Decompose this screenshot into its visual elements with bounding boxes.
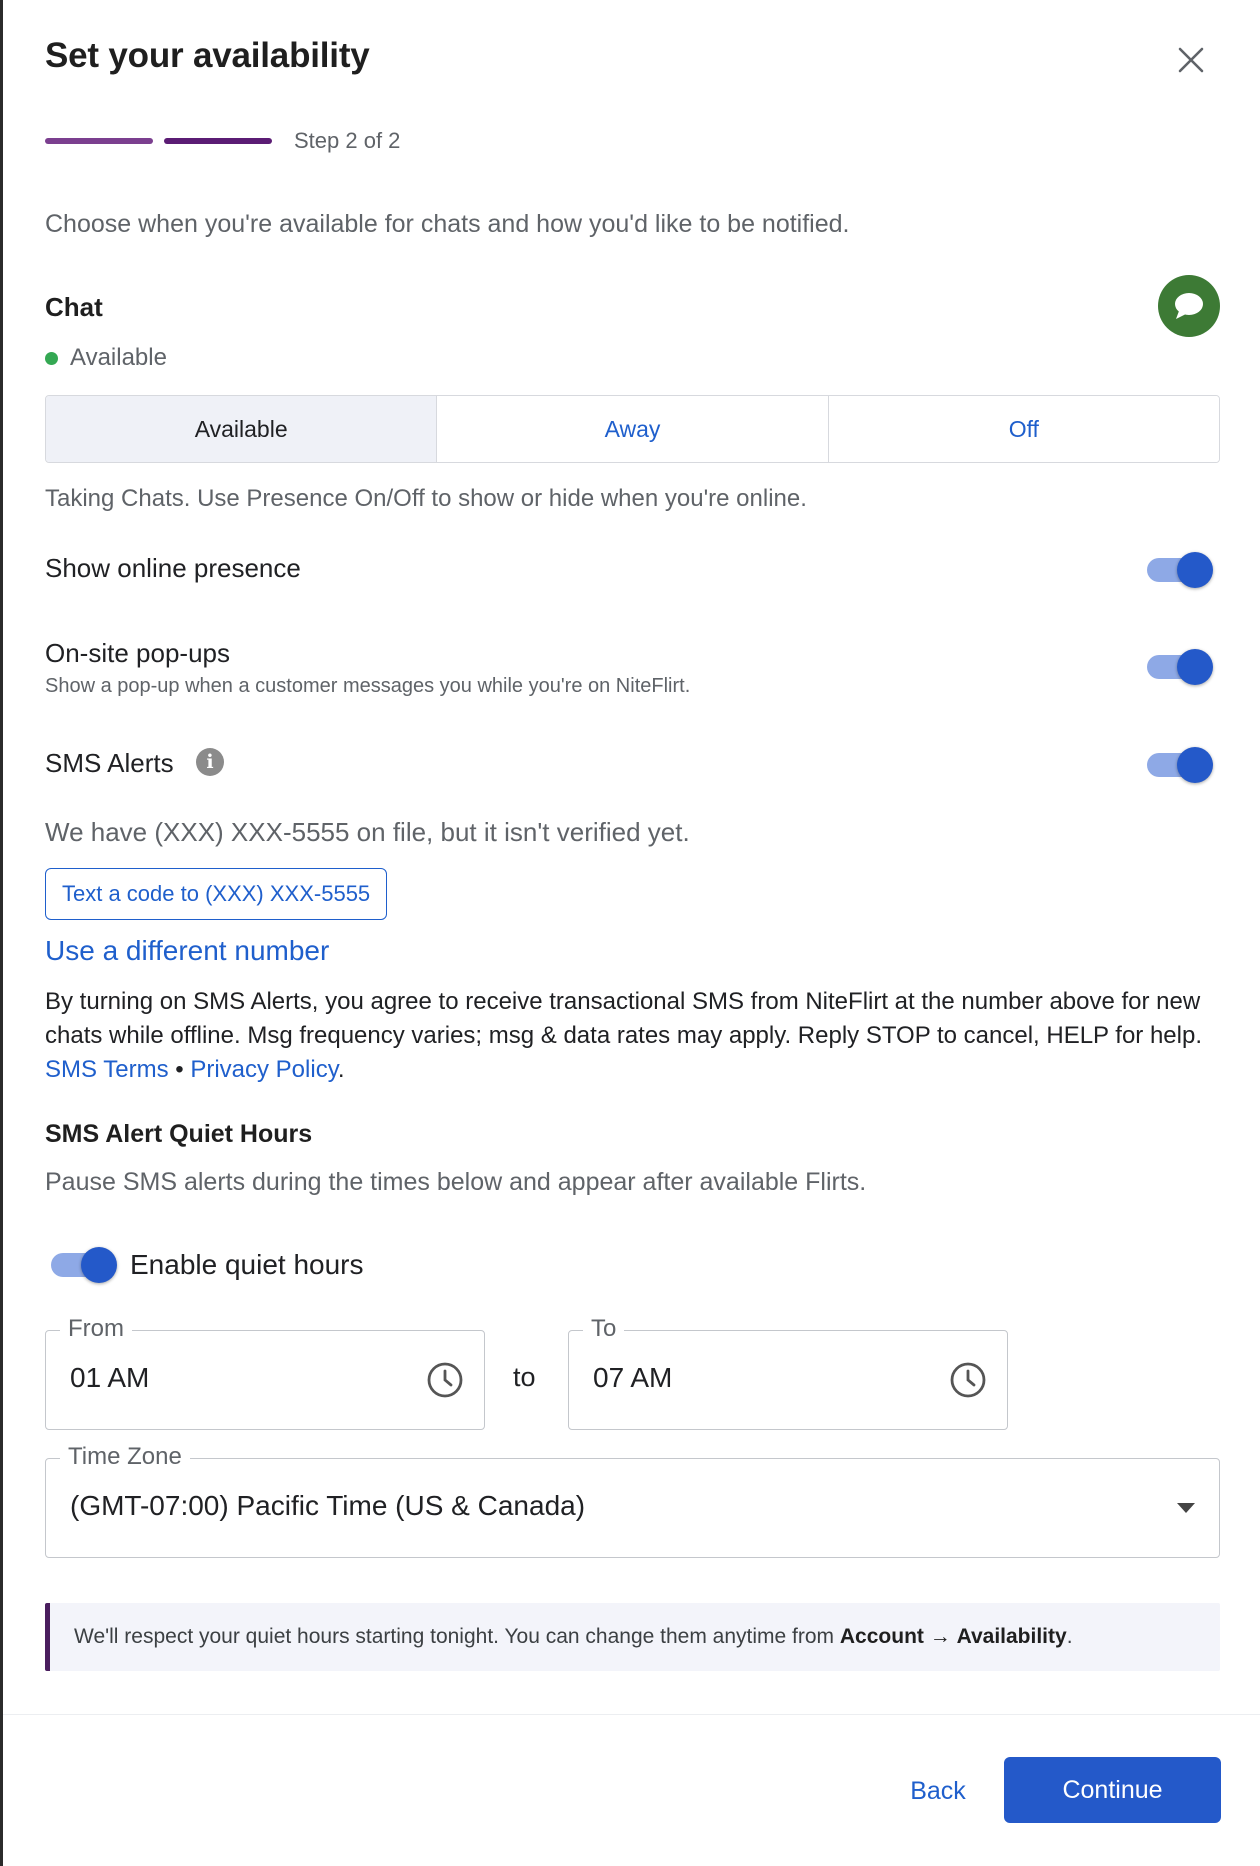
back-button[interactable]: Back: [883, 1758, 993, 1824]
use-different-number-link[interactable]: Use a different number: [45, 935, 329, 967]
toggle-thumb: [1177, 552, 1213, 588]
sms-alerts-label: SMS Alerts: [45, 748, 174, 778]
enable-quiet-hours-toggle[interactable]: [47, 1245, 117, 1285]
from-label: From: [60, 1315, 132, 1343]
legal-body: By turning on SMS Alerts, you agree to r…: [45, 988, 1203, 1049]
quiet-hours-callout: We'll respect your quiet hours starting …: [45, 1603, 1220, 1671]
step-bar-1: [45, 138, 153, 144]
sms-file-notice: We have (XXX) XXX-5555 on file, but it i…: [45, 817, 690, 847]
chevron-down-icon: [1177, 1503, 1195, 1513]
sms-alerts-toggle[interactable]: [1143, 745, 1213, 785]
timezone-value: (GMT-07:00) Pacific Time (US & Canada): [70, 1490, 586, 1521]
enable-quiet-hours-label: Enable quiet hours: [130, 1249, 364, 1280]
quiet-hours-description: Pause SMS alerts during the times below …: [45, 1168, 867, 1196]
to-time-field[interactable]: To 07 AM: [568, 1315, 1008, 1430]
onsite-popups-description: Show a pop-up when a customer messages y…: [45, 675, 691, 697]
footer-divider: [3, 1714, 1260, 1715]
timezone-label: Time Zone: [60, 1443, 190, 1471]
show-online-presence-label: Show online presence: [45, 553, 301, 583]
intro-text: Choose when you're available for chats a…: [45, 210, 850, 238]
segment-available[interactable]: Available: [46, 396, 437, 462]
show-online-presence-toggle[interactable]: [1143, 550, 1213, 590]
chat-bubble-icon: [1158, 275, 1220, 337]
chat-status: Available: [45, 344, 167, 372]
toggle-thumb: [1177, 649, 1213, 685]
chat-mode-selector: Available Away Off: [45, 395, 1220, 463]
onsite-popups-toggle[interactable]: [1143, 647, 1213, 687]
callout-path-end: Availability: [956, 1625, 1067, 1648]
range-separator: to: [513, 1362, 536, 1392]
text-code-button[interactable]: Text a code to (XXX) XXX-5555: [45, 868, 388, 920]
toggle-thumb: [81, 1247, 117, 1283]
callout-text: We'll respect your quiet hours starting …: [74, 1625, 1073, 1649]
availability-dialog: Set your availability Step 2 of 2 Choose…: [3, 0, 1260, 1866]
callout-path-start: Account: [839, 1625, 924, 1648]
dialog-title: Set your availability: [45, 36, 370, 75]
to-value: 07 AM: [593, 1362, 673, 1393]
sms-terms-link[interactable]: SMS Terms: [45, 1056, 169, 1083]
arrow-icon: →: [929, 1625, 951, 1648]
step-label: Step 2 of 2: [294, 128, 401, 153]
info-icon[interactable]: i: [196, 748, 224, 776]
continue-button[interactable]: Continue: [1004, 1757, 1221, 1823]
sms-legal-text: By turning on SMS Alerts, you agree to r…: [45, 985, 1225, 1087]
close-button[interactable]: [1171, 40, 1211, 80]
from-value: 01 AM: [70, 1362, 150, 1393]
toggle-thumb: [1177, 747, 1213, 783]
chat-description: Taking Chats. Use Presence On/Off to sho…: [45, 485, 807, 512]
close-icon: [1178, 47, 1204, 73]
quiet-hours-title: SMS Alert Quiet Hours: [45, 1120, 313, 1148]
to-label: To: [583, 1315, 625, 1343]
clock-icon[interactable]: [949, 1361, 987, 1399]
link-separator: •: [175, 1056, 184, 1083]
callout-end: .: [1066, 1625, 1073, 1648]
timezone-select[interactable]: Time Zone (GMT-07:00) Pacific Time (US &…: [45, 1443, 1220, 1558]
step-bar-2: [164, 138, 272, 144]
clock-icon[interactable]: [426, 1361, 464, 1399]
status-label: Available: [70, 344, 167, 371]
legal-end: .: [337, 1056, 345, 1083]
privacy-policy-link[interactable]: Privacy Policy: [190, 1056, 338, 1083]
onsite-popups-label: On-site pop-ups: [45, 638, 230, 668]
from-time-field[interactable]: From 01 AM: [45, 1315, 485, 1430]
segment-off[interactable]: Off: [827, 396, 1219, 462]
step-progress: Step 2 of 2: [45, 128, 400, 154]
segment-away[interactable]: Away: [436, 396, 828, 462]
status-dot: [45, 351, 58, 365]
callout-body: We'll respect your quiet hours starting …: [74, 1625, 835, 1648]
chat-section-title: Chat: [45, 292, 103, 322]
